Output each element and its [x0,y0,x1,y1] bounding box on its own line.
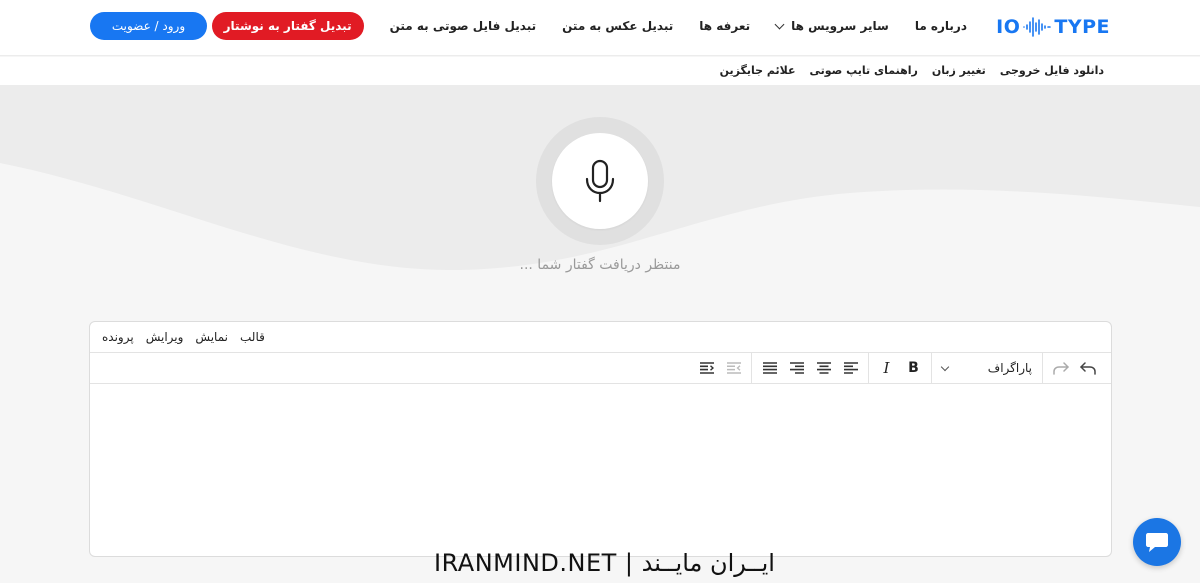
speech-to-text-button[interactable]: تبدیل گفتار به نوشتار [211,12,364,40]
redo-icon [1052,362,1069,375]
align-center-icon [816,362,831,374]
logo-text-left: IO [996,16,1021,38]
hero-section: منتظر دریافت گفتار شما ... [0,85,1200,321]
indent-button[interactable] [693,356,720,380]
align-justify-icon [762,362,777,374]
watermark-text: IRANMIND.NET | ایــران مایــند [434,549,775,577]
mic-ring [536,117,664,245]
undo-button[interactable] [1074,356,1101,380]
alignment-group [751,352,868,384]
logo-text-right: TYPE [1054,16,1110,38]
menu-edit[interactable]: ویرایش [146,330,184,344]
sub-nav: علائم جایگزین راهنمای تایپ صوتی تغییر زب… [706,64,1104,77]
editor-toolbar: پاراگراف B I [90,352,1111,384]
main-nav: تبدیل گفتار به نوشتار تبدیل فایل صوتی به… [196,12,967,40]
nav-audio-file-to-text[interactable]: تبدیل فایل صوتی به متن [390,19,537,33]
editor-menubar: پرونده ویرایش نمایش قالب [90,322,1111,353]
nav-other-services-label: سایر سرویس ها [791,19,889,33]
undo-icon [1079,362,1096,375]
indent-group [689,353,751,384]
nav-pricing[interactable]: تعرفه ها [699,19,750,33]
align-left-button[interactable] [837,356,864,380]
align-right-icon [789,362,804,374]
site-logo[interactable]: IO TYPE [996,14,1110,40]
align-center-button[interactable] [810,356,837,380]
redo-button[interactable] [1047,356,1074,380]
align-right-button[interactable] [783,356,810,380]
nav-other-services[interactable]: سایر سرویس ها [774,19,889,33]
text-editor: پرونده ویرایش نمایش قالب پاراگراف B I [89,321,1112,557]
italic-button[interactable]: I [873,356,900,380]
nav-about-us[interactable]: درباره ما [915,19,967,33]
subnav-replacement-symbols[interactable]: علائم جایگزین [720,64,796,77]
chat-support-button[interactable] [1133,518,1181,566]
chevron-down-icon [940,362,950,371]
outdent-button[interactable] [720,356,747,380]
outdent-icon [726,362,741,374]
menu-file[interactable]: پرونده [102,330,134,344]
subnav-voice-typing-guide[interactable]: راهنمای تایپ صوتی [810,64,918,77]
align-justify-button[interactable] [756,356,783,380]
subnav-change-language[interactable]: تغییر زبان [932,64,986,77]
sub-navbar: علائم جایگزین راهنمای تایپ صوتی تغییر زب… [0,57,1200,85]
start-recording-button[interactable] [552,133,648,229]
subnav-download-output[interactable]: دانلود فایل خروجی [1000,64,1104,77]
block-format-value: پاراگراف [987,361,1032,375]
text-style-group: B I [868,352,931,384]
align-left-icon [843,362,858,374]
bold-button[interactable]: B [900,356,927,380]
waiting-status-text: منتظر دریافت گفتار شما ... [519,257,681,273]
menu-format[interactable]: قالب [240,330,265,344]
microphone-icon [585,159,615,203]
chevron-down-icon [774,19,785,29]
indent-icon [699,362,714,374]
top-navbar: IO TYPE تبدیل گفتار به نوشتار تبدیل فایل… [0,0,1200,56]
history-group [1042,352,1105,384]
sound-wave-icon [1023,17,1052,37]
chat-bubble-icon [1146,533,1168,552]
nav-image-to-text[interactable]: تبدیل عکس به متن [562,19,673,33]
login-signup-button[interactable]: ورود / عضویت [90,12,207,40]
editor-content-area[interactable] [90,384,1111,556]
block-format-select[interactable]: پاراگراف [932,353,1042,384]
menu-view[interactable]: نمایش [195,330,228,344]
block-format-group: پاراگراف [931,352,1042,384]
